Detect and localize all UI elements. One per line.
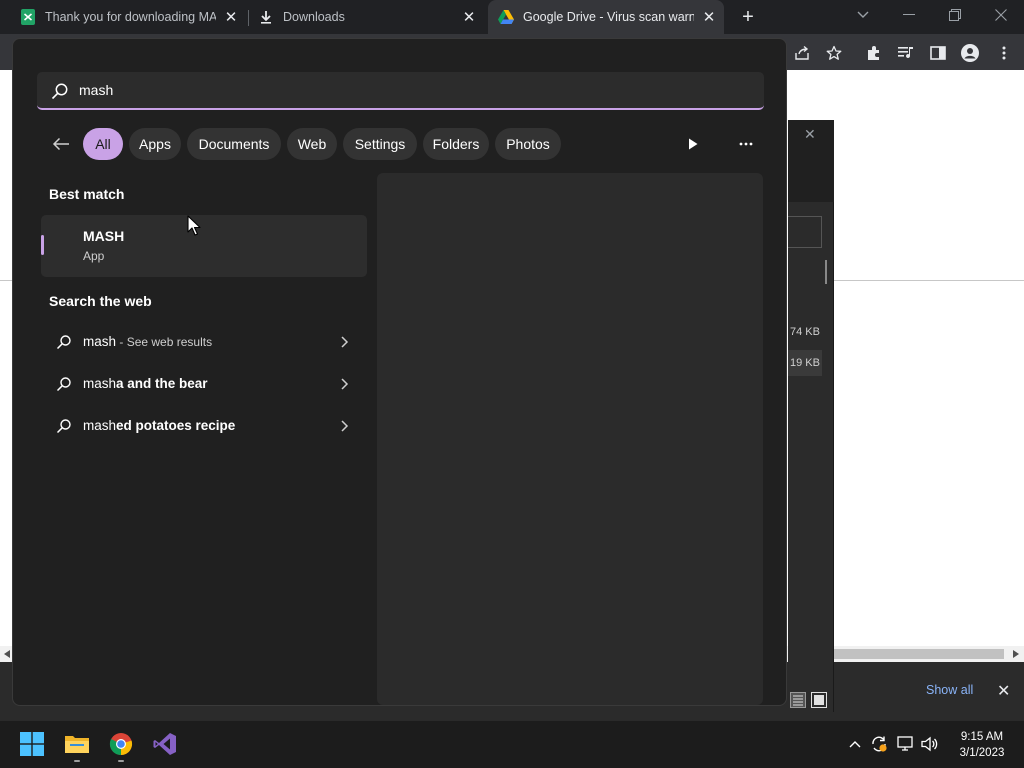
view-toggle <box>788 690 834 710</box>
restore-icon[interactable] <box>942 4 968 26</box>
mouse-cursor-icon <box>187 215 201 236</box>
tab-title: Downloads <box>283 10 345 24</box>
volume-icon[interactable] <box>921 735 939 753</box>
typed-text: mash <box>83 418 117 433</box>
show-all-link[interactable]: Show all <box>926 683 973 697</box>
result-name: MASH <box>83 228 125 244</box>
close-tab-icon[interactable]: ✕ <box>222 8 240 26</box>
web-result-row[interactable]: masha and the bear <box>41 366 367 402</box>
tab-title: Google Drive - Virus scan warnin <box>523 10 694 24</box>
sheets-icon <box>20 9 36 25</box>
running-indicator <box>118 760 124 762</box>
result-preview-pane <box>377 173 763 705</box>
sync-update-icon[interactable] <box>870 735 888 753</box>
close-dialog-icon[interactable]: ✕ <box>804 126 816 143</box>
web-result-text: mash - See web results <box>83 334 213 349</box>
system-clock[interactable]: 9:15 AM 3/1/2023 <box>950 729 1014 761</box>
scroll-right-icon[interactable] <box>1013 650 1019 658</box>
close-window-icon[interactable] <box>988 4 1014 26</box>
filter-web[interactable]: Web <box>287 128 337 160</box>
chevron-right-icon <box>341 336 349 348</box>
chevron-right-icon <box>341 420 349 432</box>
more-options-button[interactable] <box>735 134 757 154</box>
tab-title: Thank you for downloading MAS <box>45 10 216 24</box>
bookmark-star-icon[interactable] <box>824 43 844 63</box>
filter-settings[interactable]: Settings <box>343 128 417 160</box>
chevron-up-icon[interactable] <box>846 735 864 753</box>
search-icon <box>56 377 71 392</box>
typed-text: mash <box>83 334 117 349</box>
dialog-input-field[interactable] <box>788 216 822 248</box>
minimize-icon[interactable] <box>896 4 922 26</box>
tab-downloads[interactable]: Downloads ✕ <box>252 0 484 34</box>
web-result-text: masha and the bear <box>83 376 208 391</box>
filter-apps[interactable]: Apps <box>129 128 181 160</box>
download-icon <box>258 9 274 25</box>
file-explorer-icon[interactable] <box>64 731 90 757</box>
search-input[interactable]: mash <box>79 82 113 98</box>
suggestion-text: ed potatoes recipe <box>116 418 236 433</box>
close-download-shelf-icon[interactable]: ✕ <box>997 681 1010 701</box>
profile-avatar-icon[interactable] <box>960 43 980 63</box>
background-dialog: ✕ 74 KB 19 KB <box>788 120 834 712</box>
details-view-icon[interactable] <box>790 692 806 708</box>
close-tab-icon[interactable]: ✕ <box>460 8 478 26</box>
windows-start-icon[interactable] <box>19 731 45 757</box>
side-panel-icon[interactable] <box>928 43 948 63</box>
ellipsis-icon <box>739 142 753 146</box>
share-icon[interactable] <box>792 43 812 63</box>
web-result-row[interactable]: mashed potatoes recipe <box>41 408 367 444</box>
network-icon[interactable] <box>897 735 915 753</box>
search-box[interactable]: mash <box>37 72 764 110</box>
chevron-right-icon <box>341 378 349 390</box>
tab-google-drive[interactable]: Google Drive - Virus scan warnin ✕ <box>488 0 724 34</box>
app-icon <box>55 229 85 261</box>
web-result-hint: See web results <box>126 335 213 349</box>
selection-indicator <box>41 235 44 255</box>
back-button[interactable] <box>49 133 73 155</box>
suggestion-text: a and the bear <box>116 376 208 391</box>
tab-search-icon[interactable] <box>850 4 876 26</box>
search-icon <box>56 419 71 434</box>
extensions-icon[interactable] <box>864 43 884 63</box>
media-queue-icon[interactable] <box>896 43 916 63</box>
search-icon <box>51 83 68 100</box>
best-match-result[interactable]: MASH App <box>41 215 367 277</box>
back-arrow-icon <box>52 137 69 151</box>
divider <box>834 280 1024 281</box>
visual-studio-icon[interactable] <box>152 731 178 757</box>
browser-tab-strip: Thank you for downloading MAS ✕ Download… <box>0 0 1024 34</box>
filter-documents[interactable]: Documents <box>187 128 281 160</box>
kebab-menu-icon[interactable] <box>994 43 1014 63</box>
running-indicator <box>74 760 80 762</box>
close-tab-icon[interactable]: ✕ <box>700 8 718 26</box>
more-filters-play-button[interactable] <box>683 134 703 154</box>
tiles-view-icon[interactable] <box>811 692 827 708</box>
filter-folders[interactable]: Folders <box>423 128 489 160</box>
typed-text: mash <box>83 376 117 391</box>
clock-date: 3/1/2023 <box>959 747 1005 759</box>
tab-separator <box>248 10 249 26</box>
start-search-flyout: mash All Apps Documents Web Settings Fol… <box>12 38 787 706</box>
file-size: 19 KB <box>790 357 820 369</box>
web-result-row[interactable]: mash - See web results <box>41 324 367 360</box>
search-the-web-heading: Search the web <box>49 293 152 309</box>
tab-thank-you[interactable]: Thank you for downloading MAS ✕ <box>14 0 246 34</box>
filter-photos[interactable]: Photos <box>495 128 561 160</box>
best-match-heading: Best match <box>49 186 125 202</box>
new-tab-button[interactable]: + <box>737 6 759 28</box>
filter-all[interactable]: All <box>83 128 123 160</box>
clock-time: 9:15 AM <box>960 731 1004 743</box>
search-icon <box>56 335 71 350</box>
google-drive-icon <box>498 9 514 25</box>
file-size: 74 KB <box>790 326 820 338</box>
play-icon <box>689 138 698 150</box>
dialog-scrollbar[interactable] <box>825 260 827 284</box>
web-result-text: mashed potatoes recipe <box>83 418 235 433</box>
chrome-icon[interactable] <box>108 731 134 757</box>
result-type: App <box>83 249 105 263</box>
scroll-left-icon[interactable] <box>4 650 10 658</box>
